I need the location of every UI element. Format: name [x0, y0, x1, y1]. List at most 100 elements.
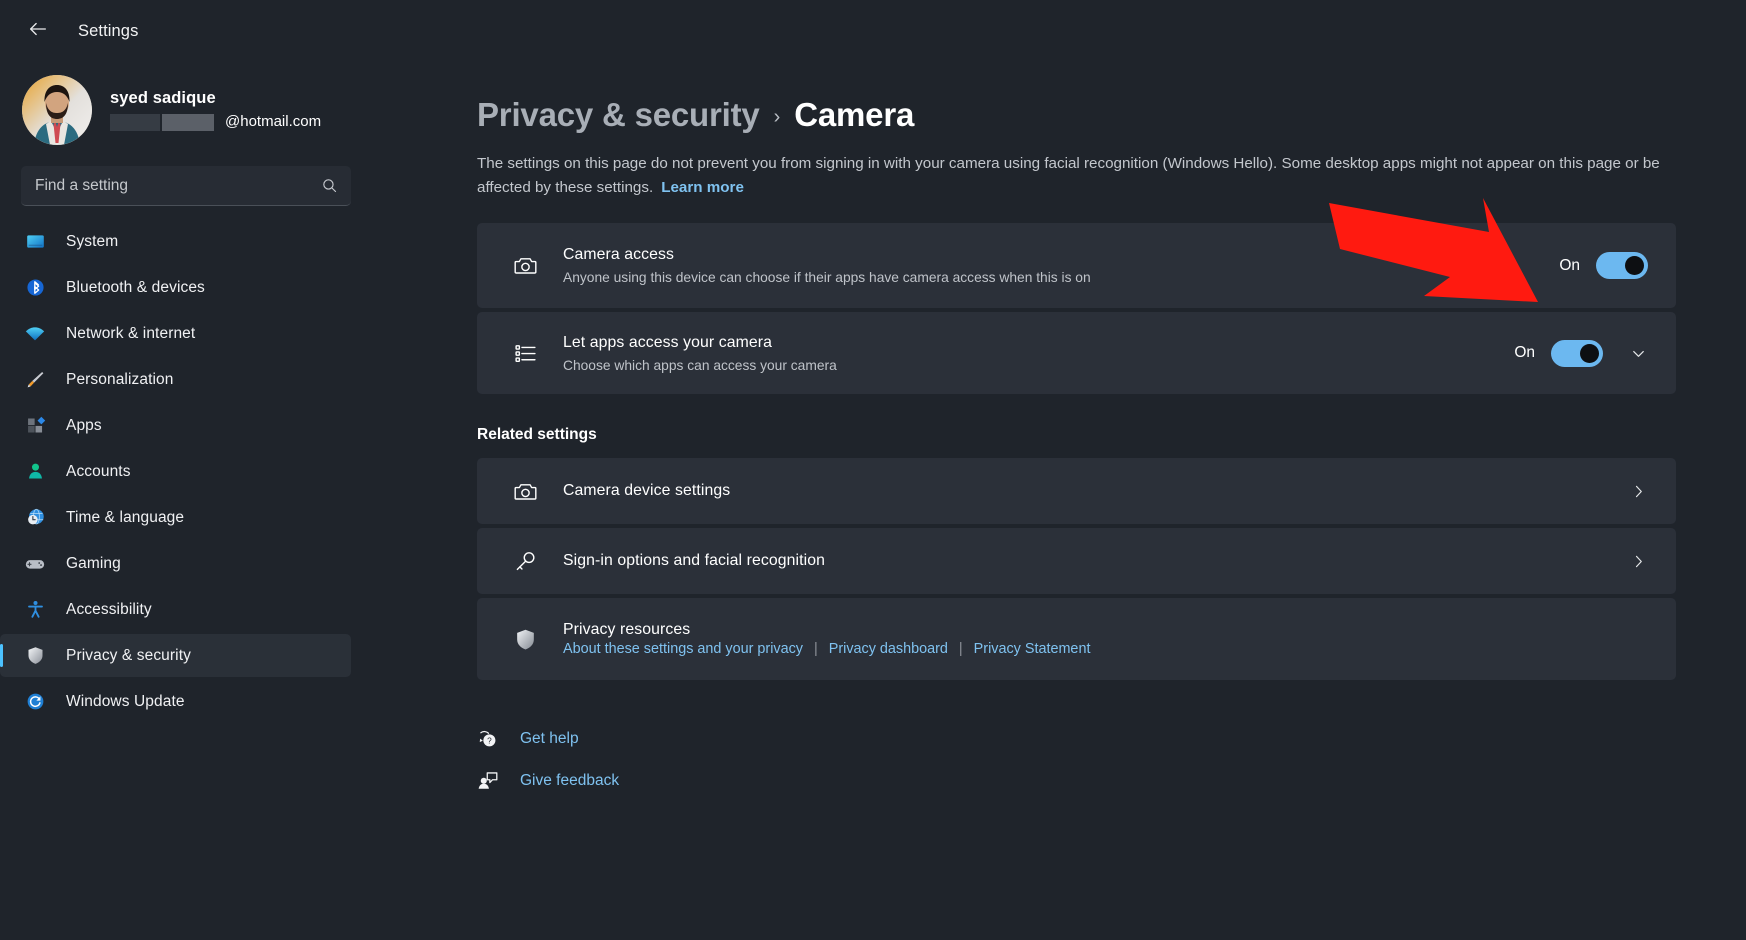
page-description: The settings on this page do not prevent…: [404, 152, 1746, 199]
sign-in-options-card[interactable]: Sign-in options and facial recognition: [477, 528, 1676, 595]
person-icon: [22, 461, 48, 482]
give-feedback-link[interactable]: Give feedback: [520, 772, 619, 790]
breadcrumb-separator-icon: ›: [773, 106, 781, 128]
camera-device-settings-chevron-wrap: [1629, 482, 1648, 501]
link-separator: |: [958, 641, 963, 658]
link-separator: |: [813, 641, 818, 658]
chevron-right-icon[interactable]: [1629, 482, 1648, 501]
breadcrumb: Privacy & security › Camera: [404, 96, 1746, 134]
shield-icon: [507, 627, 543, 652]
privacy-statement-link[interactable]: Privacy Statement: [974, 641, 1091, 657]
learn-more-link[interactable]: Learn more: [661, 179, 744, 196]
let-apps-access-title: Let apps access your camera: [563, 333, 773, 351]
content-footer: ? Get help Give feedback: [404, 718, 1746, 802]
sign-in-options-title: Sign-in options and facial recognition: [563, 552, 825, 570]
sidebar-item-accessibility[interactable]: Accessibility: [0, 588, 351, 631]
sidebar-item-time-language[interactable]: Time & language: [0, 496, 351, 539]
sidebar-item-bluetooth-devices[interactable]: Bluetooth & devices: [0, 266, 351, 309]
sidebar-nav: System Bluetooth & devices Network & int…: [0, 220, 372, 723]
account-email-suffix: @hotmail.com: [225, 113, 322, 131]
account-email-row: @hotmail.com: [110, 113, 321, 131]
sidebar-item-label: Bluetooth & devices: [66, 278, 205, 296]
page-title: Camera: [794, 96, 915, 133]
window-title: Settings: [78, 21, 139, 40]
svg-text:?: ?: [487, 737, 492, 746]
sidebar-item-label: Gaming: [66, 554, 121, 572]
camera-access-toggle[interactable]: [1596, 252, 1648, 280]
privacy-dashboard-link[interactable]: Privacy dashboard: [829, 641, 948, 657]
let-apps-access-subtitle: Choose which apps can access your camera: [563, 357, 837, 373]
breadcrumb-parent[interactable]: Privacy & security: [477, 96, 760, 134]
related-settings-cards: Camera device settings Sign-in options a…: [404, 458, 1746, 681]
settings-window: Settings syed sadique @hotmail.com Find …: [0, 0, 1746, 940]
sign-in-options-chevron-wrap: [1629, 552, 1648, 571]
sidebar-item-apps[interactable]: Apps: [0, 404, 351, 447]
sidebar-item-label: Time & language: [66, 508, 185, 526]
camera-device-settings-card[interactable]: Camera device settings: [477, 458, 1676, 525]
sidebar-item-label: Accessibility: [66, 600, 152, 618]
camera-device-settings-text: Camera device settings: [563, 482, 1629, 500]
title-bar: Settings: [0, 0, 1746, 62]
avatar: [22, 75, 92, 145]
let-apps-access-toggle[interactable]: [1551, 339, 1603, 367]
paintbrush-icon: [22, 369, 48, 390]
page-description-text: The settings on this page do not prevent…: [477, 155, 1660, 196]
sidebar-item-privacy-security[interactable]: Privacy & security: [0, 634, 351, 677]
bluetooth-icon: [22, 277, 48, 298]
let-apps-access-camera-card[interactable]: Let apps access your camera Choose which…: [477, 312, 1676, 395]
accessibility-icon: [22, 599, 48, 620]
chevron-right-icon[interactable]: [1629, 552, 1648, 571]
toggle-knob: [1625, 256, 1644, 276]
account-name: syed sadique: [110, 88, 216, 107]
get-help-link[interactable]: Get help: [520, 730, 579, 748]
sidebar-item-label: Privacy & security: [66, 646, 191, 664]
monitor-icon: [22, 231, 48, 252]
search-input[interactable]: [21, 166, 351, 206]
give-feedback-row[interactable]: Give feedback: [477, 760, 1746, 802]
let-apps-access-control: On: [1514, 339, 1648, 367]
content-pane: Privacy & security › Camera The settings…: [372, 62, 1746, 940]
feedback-icon: [477, 770, 507, 792]
gamepad-icon: [22, 553, 48, 575]
account-card[interactable]: syed sadique @hotmail.com: [0, 68, 372, 152]
get-help-row[interactable]: ? Get help: [477, 718, 1746, 760]
related-settings-heading: Related settings: [477, 426, 597, 444]
sidebar-item-system[interactable]: System: [0, 220, 351, 263]
camera-access-toggle-label: On: [1559, 256, 1580, 274]
clock-globe-icon: [22, 507, 48, 528]
email-redaction-block: [162, 113, 214, 131]
sign-in-options-text: Sign-in options and facial recognition: [563, 552, 1629, 570]
let-apps-access-toggle-label: On: [1514, 344, 1535, 362]
search-container: [21, 166, 351, 206]
privacy-resources-title: Privacy resources: [563, 621, 691, 639]
camera-device-settings-title: Camera device settings: [563, 482, 731, 500]
camera-icon: [507, 253, 543, 278]
sidebar-item-label: Accounts: [66, 462, 131, 480]
shield-icon: [22, 645, 48, 666]
key-icon: [507, 549, 543, 574]
sidebar: syed sadique @hotmail.com Find a setting…: [0, 62, 372, 940]
sidebar-item-label: Windows Update: [66, 692, 185, 710]
sidebar-item-accounts[interactable]: Accounts: [0, 450, 351, 493]
sidebar-item-label: Personalization: [66, 370, 174, 388]
camera-access-control: On: [1559, 252, 1648, 280]
let-apps-access-text: Let apps access your camera Choose which…: [563, 334, 1514, 373]
sidebar-item-gaming[interactable]: Gaming: [0, 542, 351, 585]
email-redaction-block: [110, 113, 160, 131]
chevron-down-icon[interactable]: [1629, 344, 1648, 363]
privacy-resources-card: Privacy resources About these settings a…: [477, 598, 1676, 681]
privacy-resources-links: About these settings and your privacy | …: [563, 641, 1676, 657]
sidebar-item-windows-update[interactable]: Windows Update: [0, 680, 351, 723]
sidebar-item-label: System: [66, 232, 119, 250]
camera-icon: [507, 479, 543, 504]
about-these-settings-link[interactable]: About these settings and your privacy: [563, 641, 803, 657]
sidebar-item-label: Apps: [66, 416, 102, 434]
back-button[interactable]: [18, 14, 58, 48]
wifi-icon: [22, 323, 48, 345]
settings-cards: Camera access Anyone using this device c…: [404, 223, 1746, 395]
sidebar-item-personalization[interactable]: Personalization: [0, 358, 351, 401]
camera-access-card[interactable]: Camera access Anyone using this device c…: [477, 223, 1676, 309]
camera-access-subtitle: Anyone using this device can choose if t…: [563, 270, 1091, 286]
toggle-knob: [1580, 343, 1599, 363]
sidebar-item-network-internet[interactable]: Network & internet: [0, 312, 351, 355]
